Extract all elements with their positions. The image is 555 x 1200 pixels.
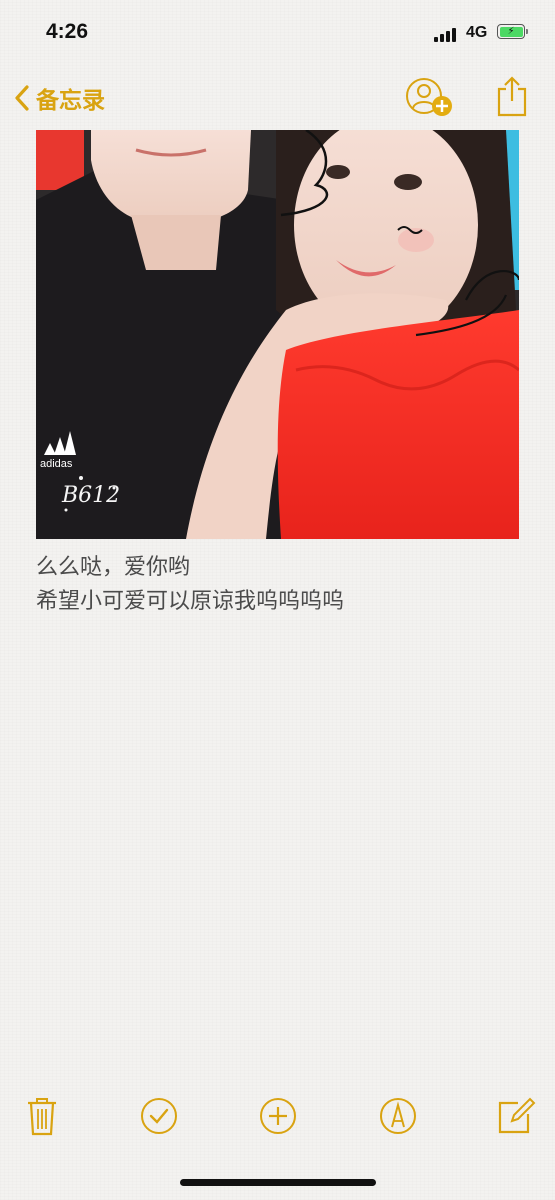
back-button[interactable]: 备忘录 <box>14 78 105 118</box>
markup-icon <box>380 1098 416 1134</box>
checklist-icon <box>141 1098 177 1134</box>
add-person-icon <box>406 78 452 116</box>
back-label: 备忘录 <box>36 88 105 114</box>
compose-icon <box>498 1097 536 1134</box>
share-button[interactable] <box>496 75 528 117</box>
compose-button[interactable] <box>494 1094 538 1138</box>
share-icon <box>497 76 527 117</box>
checklist-button[interactable] <box>137 1094 181 1138</box>
add-attachment-button[interactable] <box>256 1094 300 1138</box>
markup-button[interactable] <box>376 1094 420 1138</box>
note-photo[interactable]: adidas B612 <box>36 130 519 539</box>
battery-icon: ⚡ <box>497 24 525 39</box>
trash-icon <box>28 1098 56 1136</box>
add-people-button[interactable] <box>404 76 454 120</box>
shirt-logo-text: adidas <box>40 458 73 470</box>
charging-bolt-icon: ⚡ <box>507 25 515 37</box>
note-body[interactable]: 么么哒，爱你哟 希望小可爱可以原谅我呜呜呜呜 <box>36 551 516 619</box>
add-icon <box>260 1098 296 1134</box>
network-type: 4G <box>466 24 488 41</box>
photo-watermark: B612 <box>61 483 120 508</box>
status-bar: 4:26 4G ⚡ <box>0 0 555 70</box>
chevron-left-icon <box>15 85 29 111</box>
home-indicator[interactable] <box>180 1179 376 1186</box>
note-line-1: 么么哒，爱你哟 <box>36 555 191 580</box>
battery-tip <box>526 29 528 34</box>
note-line-2: 希望小可爱可以原谅我呜呜呜呜 <box>36 589 345 614</box>
delete-button[interactable] <box>20 1094 64 1138</box>
status-time: 4:26 <box>46 20 89 43</box>
nav-bar: 备忘录 <box>0 70 555 126</box>
couple-selfie-image: adidas B612 <box>36 130 519 539</box>
bottom-toolbar <box>0 1090 555 1144</box>
signal-icon <box>434 26 460 42</box>
